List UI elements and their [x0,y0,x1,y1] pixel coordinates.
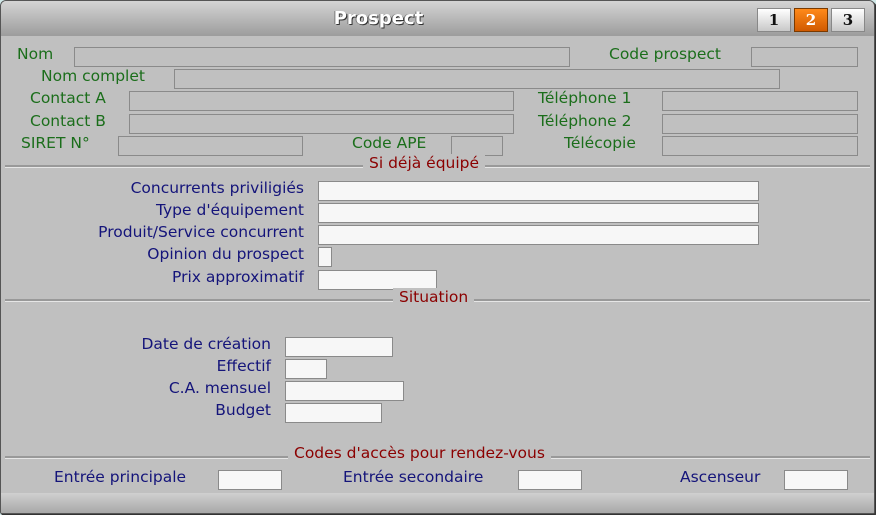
date-creation-label: Date de création [141,335,271,353]
ca-mensuel-label: C.A. mensuel [168,379,271,397]
type-equipement-field[interactable] [318,203,759,223]
window-title: Prospect [333,8,424,29]
siret-field[interactable] [118,136,303,156]
nom-complet-field[interactable] [174,69,780,89]
entree-principale-field[interactable] [218,470,282,490]
siret-label: SIRET N° [21,134,90,152]
prix-label: Prix approximatif [172,268,304,286]
title-bar: Prospect 1 2 3 [1,1,874,36]
telephone-1-field[interactable] [662,91,858,111]
effectif-field[interactable] [285,359,327,379]
contact-b-field[interactable] [129,114,514,134]
budget-field[interactable] [285,403,382,423]
prix-field[interactable] [318,270,437,290]
code-prospect-field[interactable] [751,47,858,67]
section-title-equipement: Si déjà équipé [363,154,486,172]
entree-secondaire-label: Entrée secondaire [343,468,484,486]
tab-page-1[interactable]: 1 [757,8,791,32]
nom-label: Nom [17,45,54,63]
budget-label: Budget [215,401,271,419]
type-equipement-label: Type d'équipement [155,201,304,219]
concurrents-label: Concurrents priviligiés [130,179,304,197]
code-ape-label: Code APE [352,134,427,152]
ascenseur-field[interactable] [784,470,848,490]
opinion-label: Opinion du prospect [147,245,304,263]
section-title-acces: Codes d'accès pour rendez-vous [288,444,551,462]
code-prospect-label: Code prospect [609,45,722,63]
entree-secondaire-field[interactable] [518,470,582,490]
contact-a-field[interactable] [129,91,514,111]
entree-principale-label: Entrée principale [54,468,187,486]
prospect-window: Prospect 1 2 3 Nom Code prospect Nom com… [0,0,875,514]
opinion-field[interactable] [318,247,332,267]
concurrents-field[interactable] [318,181,759,201]
ascenseur-label: Ascenseur [680,468,761,486]
produit-service-label: Produit/Service concurrent [98,223,304,241]
bottom-bar [1,493,874,513]
tab-page-2[interactable]: 2 [794,8,828,32]
telecopie-field[interactable] [662,136,858,156]
telecopie-label: Télécopie [564,134,636,152]
date-creation-field[interactable] [285,337,393,357]
telephone-1-label: Téléphone 1 [538,89,632,107]
section-title-situation: Situation [393,288,475,306]
nom-field[interactable] [74,47,570,67]
ca-mensuel-field[interactable] [285,381,404,401]
contact-a-label: Contact A [30,89,106,107]
nom-complet-label: Nom complet [41,67,145,85]
contact-b-label: Contact B [30,112,106,130]
telephone-2-field[interactable] [662,114,858,134]
tab-page-3[interactable]: 3 [831,8,865,32]
code-ape-field[interactable] [451,136,503,156]
effectif-label: Effectif [216,357,271,375]
telephone-2-label: Téléphone 2 [538,112,632,130]
produit-service-field[interactable] [318,225,759,245]
